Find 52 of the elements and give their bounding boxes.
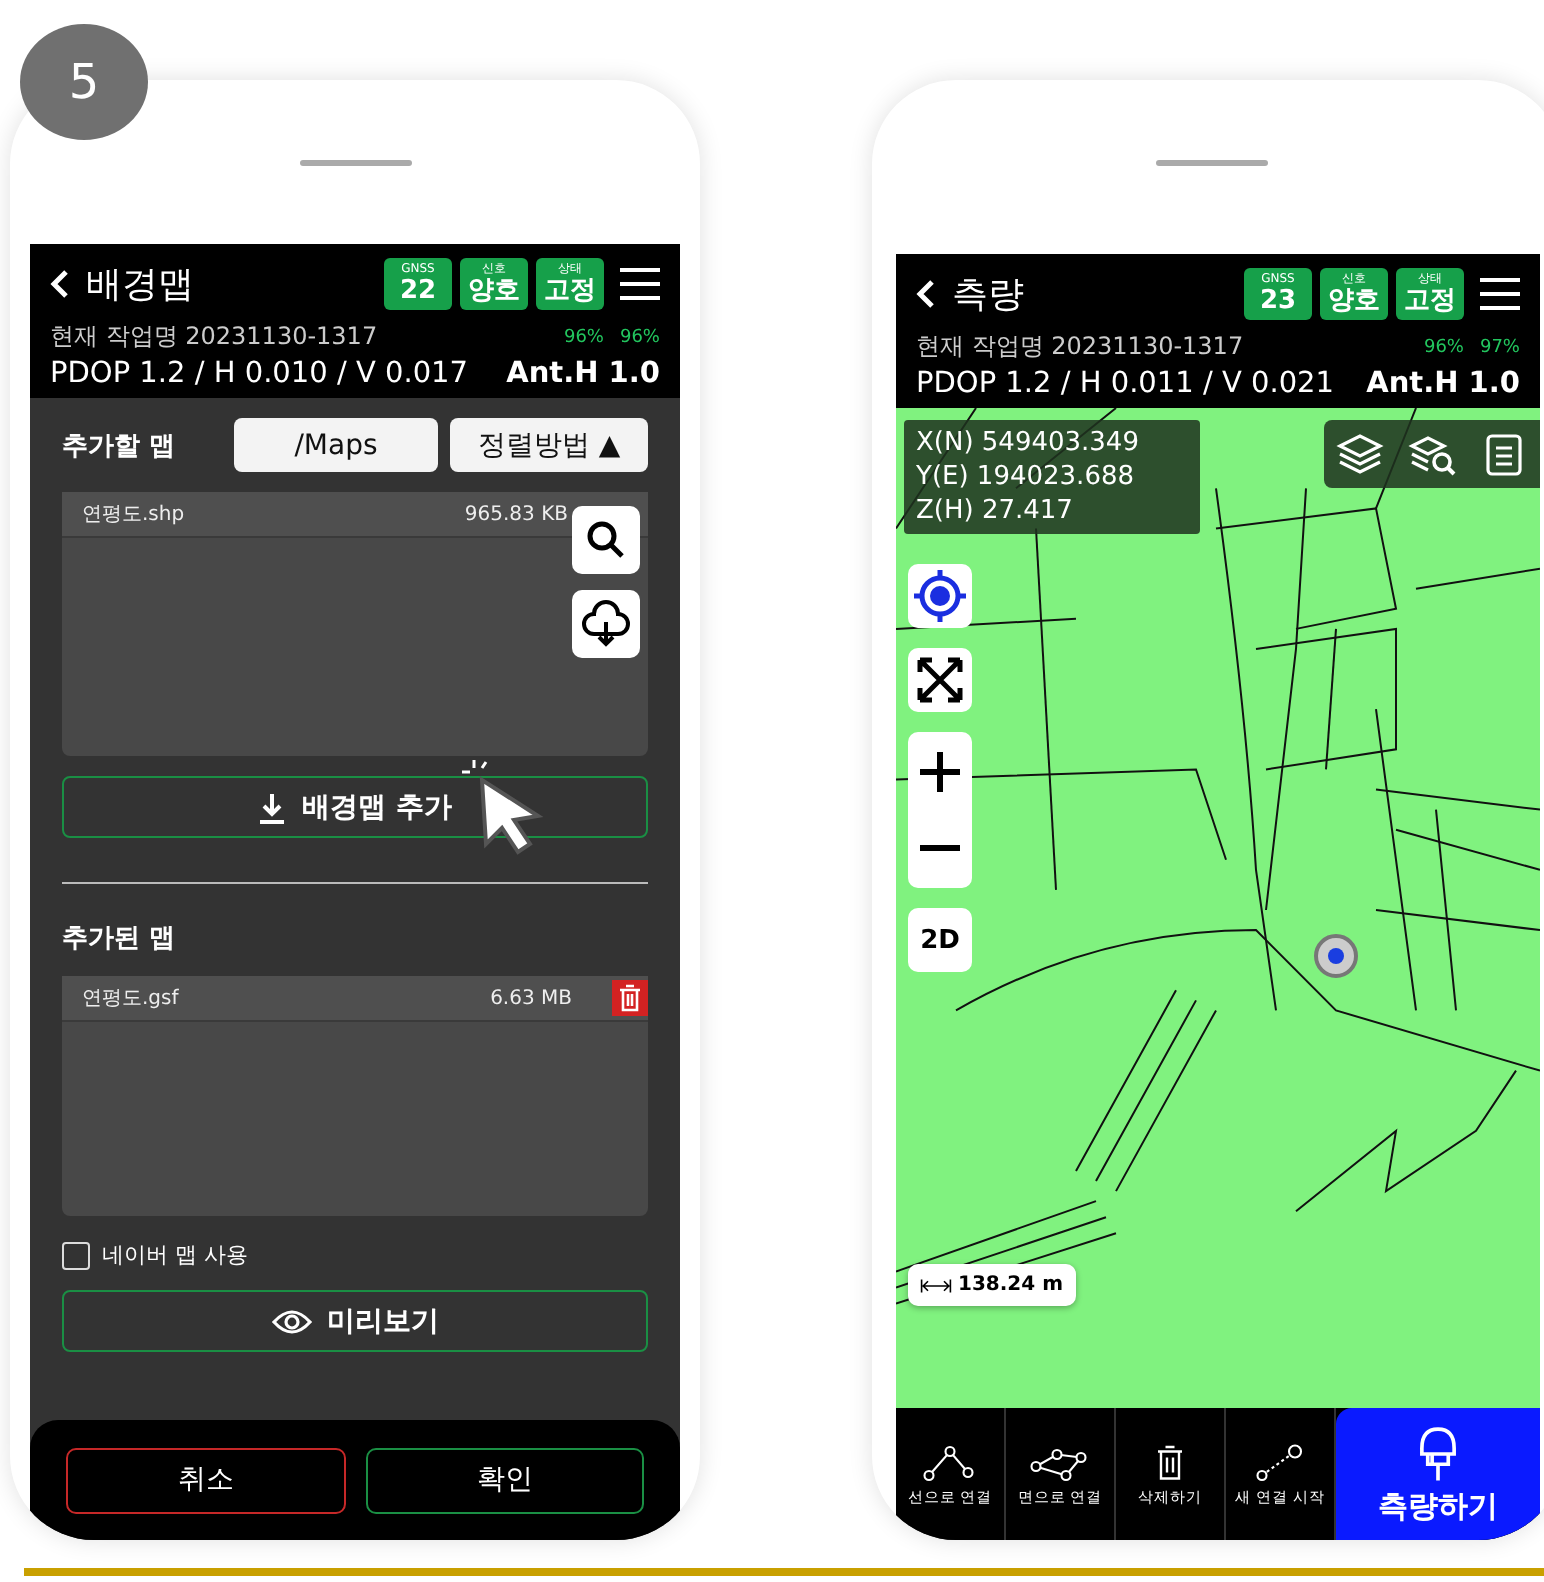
antenna-height: Ant.H 1.0 (1366, 368, 1520, 400)
coordinate-text: X(N) 549403.349 (916, 426, 1141, 460)
back-icon[interactable] (50, 268, 70, 300)
coordinate-text: Z(H) 27.417 (916, 494, 1075, 528)
file-size: 965.83 KB (464, 503, 568, 525)
eye-icon (271, 1307, 311, 1335)
locate-button[interactable] (908, 564, 972, 628)
fit-extent-button[interactable] (908, 648, 972, 712)
menu-icon[interactable] (1480, 278, 1520, 310)
gnss-receiver-icon (1416, 1423, 1460, 1483)
confirm-button[interactable]: 확인 (365, 1447, 644, 1513)
back-icon[interactable] (916, 278, 936, 310)
handle-bar (299, 160, 411, 166)
menu-icon[interactable] (620, 268, 660, 300)
layers-icon[interactable] (1336, 430, 1384, 478)
battery-level: 96% (619, 327, 660, 347)
battery-level: 97% (1479, 337, 1520, 357)
cancel-button[interactable]: 취소 (66, 1447, 345, 1513)
antenna-height: Ant.H 1.0 (506, 358, 660, 390)
precision-text: PDOP 1.2 / H 0.011 / V 0.021 (916, 368, 1335, 400)
coordinate-text: Y(E) 194023.688 (916, 460, 1137, 494)
step-badge: 5 (20, 24, 148, 140)
path-button[interactable]: /Maps (234, 418, 438, 472)
checkbox[interactable] (62, 1241, 90, 1269)
scale-icon (920, 1277, 952, 1293)
section-title: 추가할 맵 (62, 429, 178, 463)
cloud-download-icon[interactable] (572, 590, 640, 658)
wifi-level: 96% (1423, 337, 1464, 357)
view-mode-button[interactable]: 2D (908, 908, 972, 972)
scale-label: 138.24 m (908, 1264, 1075, 1306)
sort-button[interactable]: 정렬방법 ▲ (450, 418, 648, 472)
wifi-level: 96% (563, 327, 604, 347)
section-title: 추가된 맵 (62, 922, 178, 956)
job-name: 현재 작업명 20231130-1317 (916, 330, 1246, 364)
file-name[interactable]: 연평도.gsf (82, 984, 491, 1012)
checkbox-label: 네이버 맵 사용 (102, 1240, 248, 1270)
handle-bar (1156, 160, 1268, 166)
preview-button[interactable]: 미리보기 (62, 1290, 648, 1352)
delete-icon[interactable] (612, 980, 648, 1016)
search-icon[interactable] (572, 506, 640, 574)
add-map-button[interactable]: 배경맵 추가 (62, 776, 648, 838)
precision-text: PDOP 1.2 / H 0.010 / V 0.017 (50, 358, 469, 390)
clipboard-list-icon[interactable] (1480, 430, 1528, 478)
measure-button[interactable]: 측량하기 (1336, 1408, 1540, 1540)
screen-title: 배경맵 (86, 262, 196, 308)
connect-points-icon (920, 1441, 980, 1481)
layer-search-icon[interactable] (1408, 430, 1456, 478)
file-size: 6.63 MB (490, 987, 572, 1009)
file-name[interactable]: 연평도.shp (82, 500, 465, 528)
job-name: 현재 작업명 20231130-1317 (50, 320, 380, 354)
screen-title: 측량 (952, 272, 1026, 318)
download-icon (258, 791, 287, 823)
